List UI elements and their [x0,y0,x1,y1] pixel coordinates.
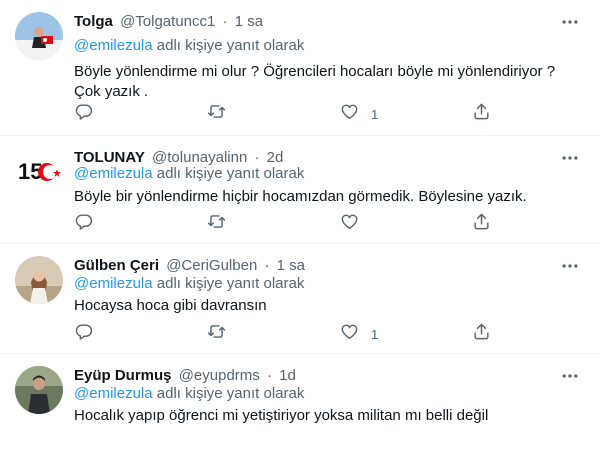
reply-icon [74,102,93,126]
replying-to-label: adlı kişiye yanıt olarak [156,37,305,54]
avatar[interactable] [15,366,63,414]
like-count: 1 [371,326,379,342]
reply-tweet[interactable]: Gülben Çeri @CeriGulben · 1 sa @emilezul… [0,244,600,354]
replying-to-label: adlı kişiye yanıt olarak [156,165,305,182]
tweet-text: Böyle yönlendirme mi olur ? Öğrencileri … [74,63,556,100]
tweet-actions: 1 [74,324,524,346]
replying-to: @emilezula adlı kişiye yanıt olarak [74,164,304,184]
reply-button[interactable] [74,104,93,124]
tweet-actions [74,214,524,236]
separator: · [266,367,272,384]
mention-link[interactable]: @emilezula [74,37,153,54]
replying-to: @emilezula adlı kişiye yanıt olarak [74,36,304,56]
user-handle[interactable]: @Tolgatuncc1 [120,13,215,30]
reply-tweet[interactable]: 15 TOLUNAY @tolunayalinn · 2d @emilezula… [0,136,600,244]
mention-link[interactable]: @emilezula [74,385,153,402]
like-icon [340,212,359,236]
avatar[interactable]: 15 [15,146,63,194]
like-button[interactable] [340,214,371,234]
tweet-actions: 1 [74,104,524,126]
reply-tweet[interactable]: Tolga @Tolgatuncc1 · 1 sa @emilezula adl… [0,0,600,136]
reply-icon [74,322,93,346]
replying-to: @emilezula adlı kişiye yanıt olarak [74,384,304,404]
more-icon[interactable] [560,148,580,168]
tweet-header: Eyüp Durmuş @eyupdrms · 1d [74,366,550,386]
share-button[interactable] [472,214,491,234]
share-icon [472,212,491,236]
separator: · [222,13,228,30]
share-icon [472,322,491,346]
tweet-header: Gülben Çeri @CeriGulben · 1 sa [74,256,550,276]
share-button[interactable] [472,104,491,124]
timestamp[interactable]: 1 sa [277,257,305,274]
tweet-text: Hocalık yapıp öğrenci mi yetiştiriyor yo… [74,407,489,424]
reply-icon [74,212,93,236]
retweet-icon [207,322,226,346]
display-name[interactable]: Tolga [74,13,113,30]
tweet-text: Hocaysa hoca gibi davransın [74,297,267,314]
like-count: 1 [371,106,379,122]
replying-to-label: adlı kişiye yanıt olarak [156,275,305,292]
like-icon [340,322,359,346]
tweet-text: Böyle bir yönlendirme hiçbir hocamızdan … [74,188,527,205]
retweet-button[interactable] [207,214,226,234]
user-handle[interactable]: @eyupdrms [179,367,260,384]
retweet-button[interactable] [207,324,226,344]
share-button[interactable] [472,324,491,344]
reply-button[interactable] [74,214,93,234]
replies-feed: Tolga @Tolgatuncc1 · 1 sa @emilezula adl… [0,0,600,468]
tweet-header: Tolga @Tolgatuncc1 · 1 sa [74,12,550,32]
display-name[interactable]: Gülben Çeri [74,257,159,274]
replying-to-label: adlı kişiye yanıt olarak [156,385,305,402]
retweet-button[interactable] [207,104,226,124]
avatar[interactable] [15,12,63,60]
mention-link[interactable]: @emilezula [74,165,153,182]
like-icon [340,102,359,126]
mention-link[interactable]: @emilezula [74,275,153,292]
share-icon [472,102,491,126]
retweet-icon [207,212,226,236]
separator: · [264,257,270,274]
more-icon[interactable] [560,256,580,276]
user-handle[interactable]: @CeriGulben [166,257,257,274]
timestamp[interactable]: 1d [279,367,296,384]
timestamp[interactable]: 1 sa [235,13,263,30]
avatar[interactable] [15,256,63,304]
reply-tweet[interactable]: Eyüp Durmuş @eyupdrms · 1d @emilezula ad… [0,354,600,468]
like-button[interactable]: 1 [340,104,378,124]
like-button[interactable]: 1 [340,324,378,344]
reply-button[interactable] [74,324,93,344]
retweet-icon [207,102,226,126]
more-icon[interactable] [560,12,580,32]
more-icon[interactable] [560,366,580,386]
replying-to: @emilezula adlı kişiye yanıt olarak [74,274,304,294]
display-name[interactable]: Eyüp Durmuş [74,367,172,384]
